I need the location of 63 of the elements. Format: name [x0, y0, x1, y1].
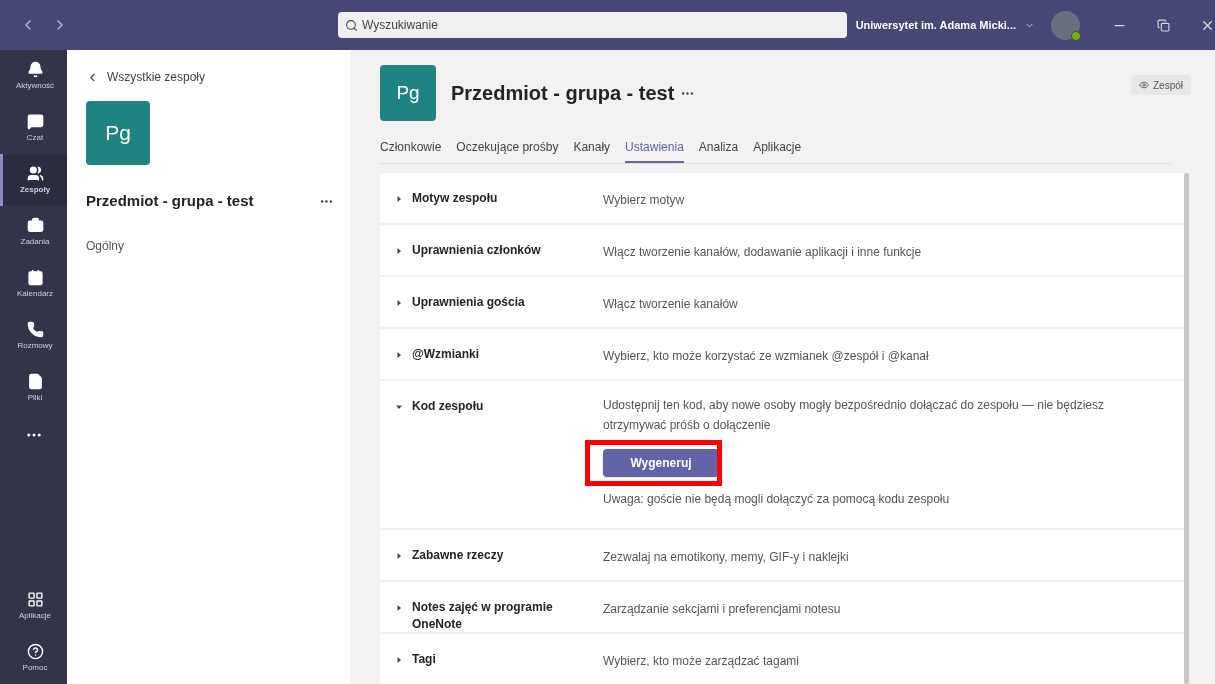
restore-icon[interactable]: [1157, 18, 1170, 32]
rail-item[interactable]: Aktywność: [0, 50, 67, 102]
setting-description: Wybierz, kto może korzystać ze wzmianek @zespół i @kanał: [603, 349, 929, 363]
rail-item[interactable]: Pomoc: [0, 632, 67, 684]
channel-item[interactable]: Ogólny: [86, 236, 334, 255]
team-avatar: Pg: [380, 65, 436, 121]
tab[interactable]: Oczekujące prośby: [456, 138, 559, 163]
setting-description: Wybierz motyw: [603, 193, 685, 207]
setting-description: Włącz tworzenie kanałów, dodawanie aplikacji i inne funkcje: [603, 245, 922, 259]
team-badge: Zespół: [1131, 75, 1191, 95]
setting-description: Wybierz, kto może zarządzać tagami: [603, 654, 799, 668]
team-avatar: Pg: [86, 101, 150, 165]
section-title[interactable]: Tagi: [412, 651, 436, 668]
caret-right-icon[interactable]: [396, 553, 402, 559]
setting-description: Udostępnij ten kod, aby nowe osoby mogły bezpośrednio dołączać do zespołu — nie będziesz otrzymywać próśb o dołączenie: [603, 397, 1105, 434]
team-name: Przedmiot - grupa - test: [86, 191, 254, 211]
search-field[interactable]: Wyszukiwanie: [337, 12, 847, 38]
help-icon: [26, 642, 44, 660]
tab[interactable]: Ustawienia: [625, 138, 684, 163]
bag-icon: [26, 216, 44, 234]
generate-button[interactable]: Wygeneruj: [603, 449, 719, 477]
section-title[interactable]: Uprawnienia członków: [412, 242, 541, 259]
rail-item[interactable]: Zespoły: [0, 154, 67, 206]
eye-icon: [1139, 80, 1149, 90]
caret-down-icon[interactable]: [396, 404, 402, 410]
calendar-icon: [26, 268, 44, 286]
section-title[interactable]: Kod zespołu: [412, 398, 484, 415]
section-title[interactable]: Uprawnienia gościa: [412, 294, 525, 311]
tab[interactable]: Kanały: [573, 138, 611, 163]
caret-right-icon[interactable]: [396, 657, 402, 663]
caret-right-icon[interactable]: [396, 352, 402, 358]
user-avatar[interactable]: [1051, 10, 1080, 40]
setting-description: Zezwalaj na emotikony, memy, GIF-y i naklejki: [603, 550, 849, 564]
setting-description: Zarządzanie sekcjami i preferencjami notesu: [603, 602, 841, 616]
tab[interactable]: Członkowie: [380, 138, 442, 163]
tab[interactable]: Aplikacje: [753, 138, 802, 163]
team-title: Przedmiot - grupa - test: [451, 81, 675, 106]
tab[interactable]: Analiza: [698, 138, 739, 163]
rail-item[interactable]: Pliki: [0, 362, 67, 414]
section-title[interactable]: Notes zajęć w programie OneNote: [412, 599, 603, 633]
caret-right-icon[interactable]: [396, 248, 402, 254]
caret-right-icon[interactable]: [396, 300, 402, 306]
search-icon: [344, 19, 358, 32]
setting-note: Uwaga: goście nie będą mogli dołączyć za pomocą kodu zespołu: [603, 491, 950, 508]
rail-item[interactable]: Rozmowy: [0, 310, 67, 362]
organization-name[interactable]: Uniwersytet im. Adama Micki...: [855, 16, 1016, 34]
apps-icon: [26, 590, 44, 608]
section-title[interactable]: @Wzmianki: [412, 346, 480, 363]
caret-right-icon[interactable]: [396, 196, 402, 202]
bell-icon: [26, 60, 44, 78]
setting-description: Włącz tworzenie kanałów: [603, 297, 738, 311]
back-link[interactable]: Wszystkie zespoły: [86, 68, 334, 86]
rail-item[interactable]: Zadania: [0, 206, 67, 258]
people-icon: [26, 164, 44, 182]
section-title[interactable]: Motyw zespołu: [412, 190, 498, 207]
rail-item[interactable]: Kalendarz: [0, 258, 67, 310]
section-title[interactable]: Zabawne rzeczy: [412, 547, 504, 564]
file-icon: [26, 372, 44, 390]
phone-icon: [26, 320, 44, 338]
caret-right-icon[interactable]: [396, 605, 402, 611]
rail-item[interactable]: Aplikacje: [0, 580, 67, 632]
rail-item[interactable]: Czat: [0, 102, 67, 154]
chat-icon: [26, 112, 44, 130]
